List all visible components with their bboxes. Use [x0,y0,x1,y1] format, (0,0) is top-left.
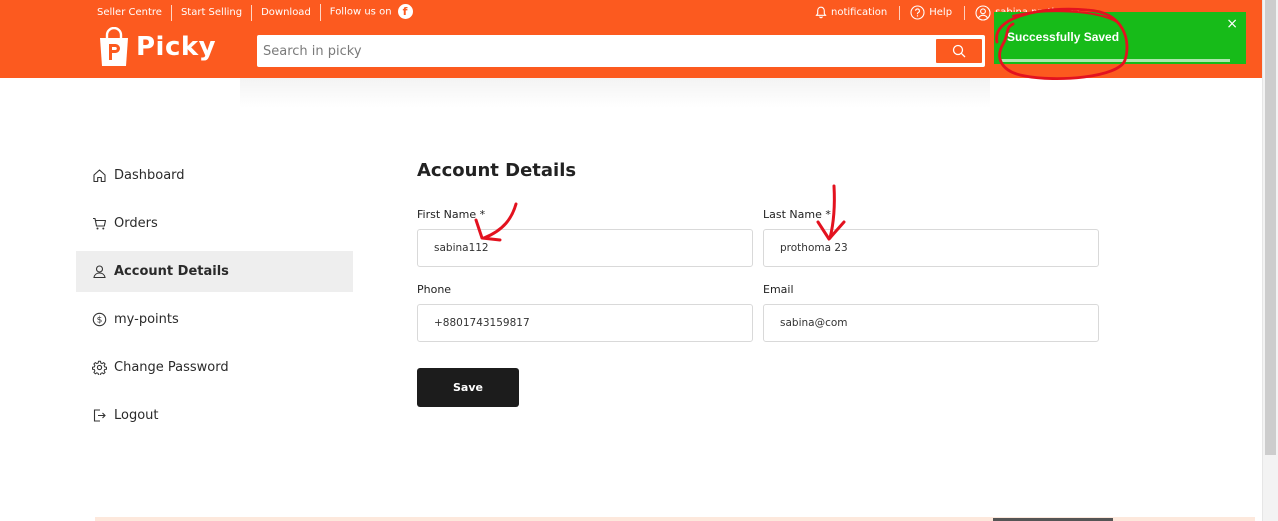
top-links-bar: Seller Centre Start Selling Download Fol… [89,4,422,21]
save-button[interactable]: Save [417,368,519,407]
home-icon [93,169,106,183]
success-toast: Successfully Saved × [994,12,1246,64]
svg-text:$: $ [97,316,103,326]
sidebar-item-my-points[interactable]: $ my-points [76,299,353,340]
divider [964,5,966,20]
last-name-field[interactable] [763,229,1099,267]
header-shadow [240,78,990,108]
follow-us-link[interactable]: Follow us on f [319,4,422,21]
sidebar-item-orders[interactable]: Orders [76,203,353,244]
download-link[interactable]: Download [251,4,320,21]
start-selling-link[interactable]: Start Selling [170,4,251,21]
email-label: Email [763,283,794,296]
shopping-bag-logo-icon [100,27,128,66]
sidebar-item-label: Change Password [114,360,229,375]
seller-centre-link[interactable]: Seller Centre [89,5,171,21]
page-title: Account Details [417,160,577,181]
follow-us-label: Follow us on [329,6,392,18]
user-circle-icon [975,4,991,21]
search-input[interactable] [257,35,985,67]
phone-label: Phone [417,283,452,296]
brand-logo[interactable]: Picky [98,27,216,67]
search-button[interactable] [936,39,982,63]
sidebar-item-label: Logout [114,408,159,423]
toast-progress-bar [1000,59,1230,62]
sidebar-item-label: Account Details [114,264,229,279]
toast-message: Successfully Saved [1007,30,1120,44]
first-name-field[interactable] [417,229,753,267]
scrollbar-thumb[interactable] [1265,0,1276,455]
sidebar-item-label: Dashboard [114,168,185,183]
email-field[interactable] [763,304,1099,342]
user-icon [93,265,106,279]
help-label: Help [929,7,953,18]
first-name-label: First Name * [417,208,486,221]
brand-name: Picky [136,32,217,62]
logout-icon [93,409,106,422]
bell-icon [815,6,827,19]
sidebar-item-dashboard[interactable]: Dashboard [76,155,353,196]
help-link[interactable]: Help [910,5,952,20]
sidebar-item-account-details[interactable]: Account Details [76,251,353,292]
toast-close-button[interactable]: × [1226,16,1238,32]
help-icon [910,5,925,20]
gear-icon [92,360,107,375]
sidebar-item-logout[interactable]: Logout [76,395,353,436]
divider [899,5,901,20]
sidebar-item-label: my-points [114,312,179,327]
dollar-icon: $ [92,312,107,327]
phone-field[interactable] [417,304,753,342]
cart-icon [93,217,107,230]
sidebar-item-label: Orders [114,216,158,231]
sidebar-item-change-password[interactable]: Change Password [76,347,353,388]
account-sidebar: Dashboard Orders Account Details $ my-po… [76,155,353,443]
last-name-label: Last Name * [763,208,831,221]
vertical-scrollbar[interactable] [1262,0,1278,521]
notification-link[interactable]: notification [815,6,887,19]
facebook-icon[interactable]: f [397,4,413,20]
search-bar [257,35,985,67]
search-icon [952,44,966,58]
notification-label: notification [831,7,888,18]
